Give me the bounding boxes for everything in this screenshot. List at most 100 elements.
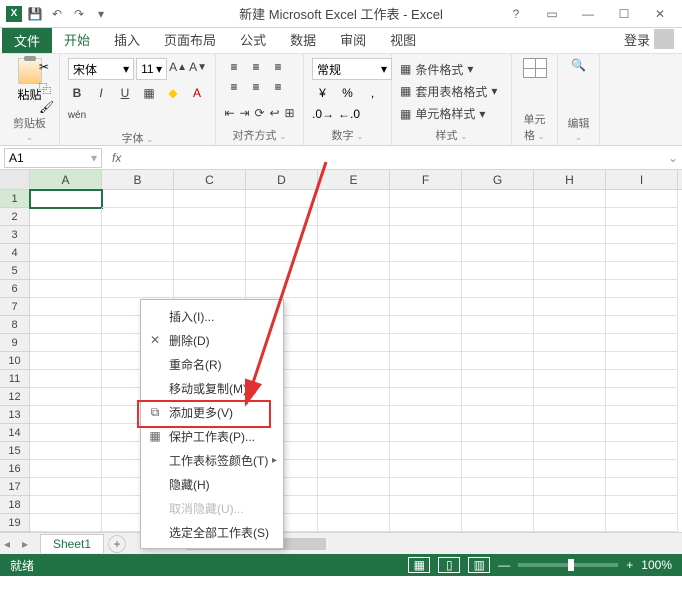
cell-F1[interactable] bbox=[390, 190, 462, 208]
cell-H6[interactable] bbox=[534, 280, 606, 298]
view-break-icon[interactable]: ▥ bbox=[468, 557, 490, 573]
cell-I15[interactable] bbox=[606, 442, 678, 460]
cell-G14[interactable] bbox=[462, 424, 534, 442]
maximize-icon[interactable]: ☐ bbox=[610, 4, 638, 24]
cell-A9[interactable] bbox=[30, 334, 102, 352]
close-icon[interactable]: ✕ bbox=[646, 4, 674, 24]
cell-E18[interactable] bbox=[318, 496, 390, 514]
cell-H9[interactable] bbox=[534, 334, 606, 352]
cell-A12[interactable] bbox=[30, 388, 102, 406]
cell-E16[interactable] bbox=[318, 460, 390, 478]
zoom-slider[interactable] bbox=[518, 563, 618, 567]
qat-dropdown-icon[interactable]: ▾ bbox=[92, 5, 110, 23]
row-header-15[interactable]: 15 bbox=[0, 442, 30, 460]
zoom-in-button[interactable]: + bbox=[626, 558, 633, 572]
cell-H10[interactable] bbox=[534, 352, 606, 370]
cell-D5[interactable] bbox=[246, 262, 318, 280]
cell-F4[interactable] bbox=[390, 244, 462, 262]
zoom-value[interactable]: 100% bbox=[641, 558, 672, 572]
col-header-F[interactable]: F bbox=[390, 170, 462, 189]
cell-B1[interactable] bbox=[102, 190, 174, 208]
cell-C1[interactable] bbox=[174, 190, 246, 208]
row-header-11[interactable]: 11 bbox=[0, 370, 30, 388]
row-header-4[interactable]: 4 bbox=[0, 244, 30, 262]
tab-formulas[interactable]: 公式 bbox=[228, 26, 278, 53]
cell-H19[interactable] bbox=[534, 514, 606, 532]
row-header-5[interactable]: 5 bbox=[0, 262, 30, 280]
cell-I12[interactable] bbox=[606, 388, 678, 406]
undo-icon[interactable]: ↶ bbox=[48, 5, 66, 23]
cell-H14[interactable] bbox=[534, 424, 606, 442]
view-normal-icon[interactable]: ▦ bbox=[408, 557, 430, 573]
cell-F3[interactable] bbox=[390, 226, 462, 244]
cell-G13[interactable] bbox=[462, 406, 534, 424]
cell-F18[interactable] bbox=[390, 496, 462, 514]
cell-I16[interactable] bbox=[606, 460, 678, 478]
font-size-select[interactable]: 11▾ bbox=[136, 58, 167, 80]
cell-H13[interactable] bbox=[534, 406, 606, 424]
cell-E9[interactable] bbox=[318, 334, 390, 352]
cell-I2[interactable] bbox=[606, 208, 678, 226]
wrap-text-icon[interactable]: ↩ bbox=[269, 104, 280, 122]
cell-A16[interactable] bbox=[30, 460, 102, 478]
number-format-select[interactable]: 常规▾ bbox=[312, 58, 392, 80]
cell-F13[interactable] bbox=[390, 406, 462, 424]
align-center-icon[interactable]: ≡ bbox=[246, 78, 266, 96]
cell-A11[interactable] bbox=[30, 370, 102, 388]
cell-G19[interactable] bbox=[462, 514, 534, 532]
view-page-icon[interactable]: ▯ bbox=[438, 557, 460, 573]
cell-E5[interactable] bbox=[318, 262, 390, 280]
cell-B3[interactable] bbox=[102, 226, 174, 244]
cell-I3[interactable] bbox=[606, 226, 678, 244]
cell-G16[interactable] bbox=[462, 460, 534, 478]
cell-C5[interactable] bbox=[174, 262, 246, 280]
row-header-7[interactable]: 7 bbox=[0, 298, 30, 316]
cell-F14[interactable] bbox=[390, 424, 462, 442]
copy-icon[interactable]: ⿻ bbox=[39, 80, 55, 96]
row-header-10[interactable]: 10 bbox=[0, 352, 30, 370]
comma-icon[interactable]: , bbox=[362, 84, 383, 102]
row-header-2[interactable]: 2 bbox=[0, 208, 30, 226]
expand-formula-icon[interactable]: ⌄ bbox=[664, 151, 682, 165]
formula-input[interactable] bbox=[127, 148, 664, 168]
cell-F11[interactable] bbox=[390, 370, 462, 388]
cell-I7[interactable] bbox=[606, 298, 678, 316]
tab-insert[interactable]: 插入 bbox=[102, 26, 152, 53]
decrease-decimal-icon[interactable]: ←.0 bbox=[338, 105, 360, 123]
cell-D6[interactable] bbox=[246, 280, 318, 298]
add-sheet-button[interactable]: + bbox=[108, 535, 126, 553]
menu-delete[interactable]: ✕删除(D) bbox=[141, 328, 283, 352]
cell-G15[interactable] bbox=[462, 442, 534, 460]
align-middle-icon[interactable]: ≡ bbox=[246, 58, 266, 76]
cell-I6[interactable] bbox=[606, 280, 678, 298]
cell-A19[interactable] bbox=[30, 514, 102, 532]
cell-D3[interactable] bbox=[246, 226, 318, 244]
decrease-indent-icon[interactable]: ⇤ bbox=[224, 104, 235, 122]
cell-C4[interactable] bbox=[174, 244, 246, 262]
cell-F15[interactable] bbox=[390, 442, 462, 460]
cell-A17[interactable] bbox=[30, 478, 102, 496]
row-header-16[interactable]: 16 bbox=[0, 460, 30, 478]
tab-view[interactable]: 视图 bbox=[378, 26, 428, 53]
menu-protect[interactable]: ▦保护工作表(P)... bbox=[141, 424, 283, 448]
tab-file[interactable]: 文件 bbox=[2, 27, 52, 53]
orientation-icon[interactable]: ⟳ bbox=[254, 104, 265, 122]
cell-E15[interactable] bbox=[318, 442, 390, 460]
cell-H4[interactable] bbox=[534, 244, 606, 262]
cell-I19[interactable] bbox=[606, 514, 678, 532]
col-header-D[interactable]: D bbox=[246, 170, 318, 189]
cell-I4[interactable] bbox=[606, 244, 678, 262]
cell-F16[interactable] bbox=[390, 460, 462, 478]
align-bottom-icon[interactable]: ≡ bbox=[268, 58, 288, 76]
cell-I14[interactable] bbox=[606, 424, 678, 442]
redo-icon[interactable]: ↷ bbox=[70, 5, 88, 23]
cell-F12[interactable] bbox=[390, 388, 462, 406]
cell-A10[interactable] bbox=[30, 352, 102, 370]
menu-rename[interactable]: 重命名(R) bbox=[141, 352, 283, 376]
menu-hide[interactable]: 隐藏(H) bbox=[141, 472, 283, 496]
font-name-select[interactable]: 宋体▾ bbox=[68, 58, 134, 80]
increase-indent-icon[interactable]: ⇥ bbox=[239, 104, 250, 122]
cell-C6[interactable] bbox=[174, 280, 246, 298]
cell-F6[interactable] bbox=[390, 280, 462, 298]
menu-add-more[interactable]: ⧉添加更多(V) bbox=[141, 400, 283, 424]
